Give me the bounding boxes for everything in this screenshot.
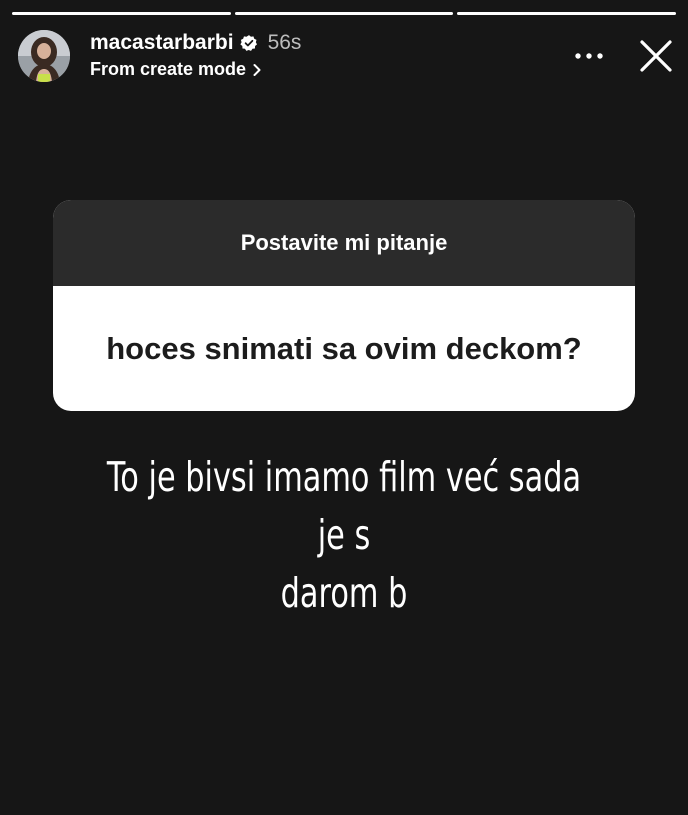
- close-icon: [640, 40, 672, 72]
- close-button[interactable]: [638, 38, 674, 74]
- avatar[interactable]: [18, 30, 70, 82]
- question-sticker-body: hoces snimati sa ovim deckom?: [53, 286, 635, 411]
- chevron-right-icon: [253, 63, 261, 76]
- question-text: hoces snimati sa ovim deckom?: [106, 330, 582, 366]
- more-options-button[interactable]: [572, 42, 606, 70]
- story-progress-bar: [12, 12, 677, 15]
- question-sticker-header: Postavite mi pitanje: [53, 200, 635, 286]
- verified-badge-icon: [239, 35, 257, 51]
- create-mode-link[interactable]: From create mode: [90, 59, 301, 80]
- avatar-image: [18, 30, 70, 82]
- username-row: macastarbarbi 56s: [90, 30, 301, 56]
- more-options-icon: [575, 53, 603, 59]
- user-info: macastarbarbi 56s From create mode: [90, 30, 301, 80]
- create-mode-label: From create mode: [90, 59, 247, 79]
- story-header: macastarbarbi 56s From create mode: [18, 28, 674, 84]
- story-progress-segment: [12, 12, 231, 15]
- caption-line: darom b: [280, 569, 408, 617]
- username[interactable]: macastarbarbi: [90, 31, 234, 55]
- post-time: 56s: [267, 31, 302, 54]
- caption-line: To je bivsi imamo film već sada je s: [106, 453, 582, 559]
- question-sticker-title: Postavite mi pitanje: [240, 230, 448, 255]
- story-caption: To je bivsi imamo film već sada je s dar…: [104, 448, 584, 622]
- question-sticker[interactable]: Postavite mi pitanje hoces snimati sa ov…: [53, 200, 635, 411]
- story-progress-segment: [234, 12, 454, 15]
- story-progress-segment: [457, 12, 677, 15]
